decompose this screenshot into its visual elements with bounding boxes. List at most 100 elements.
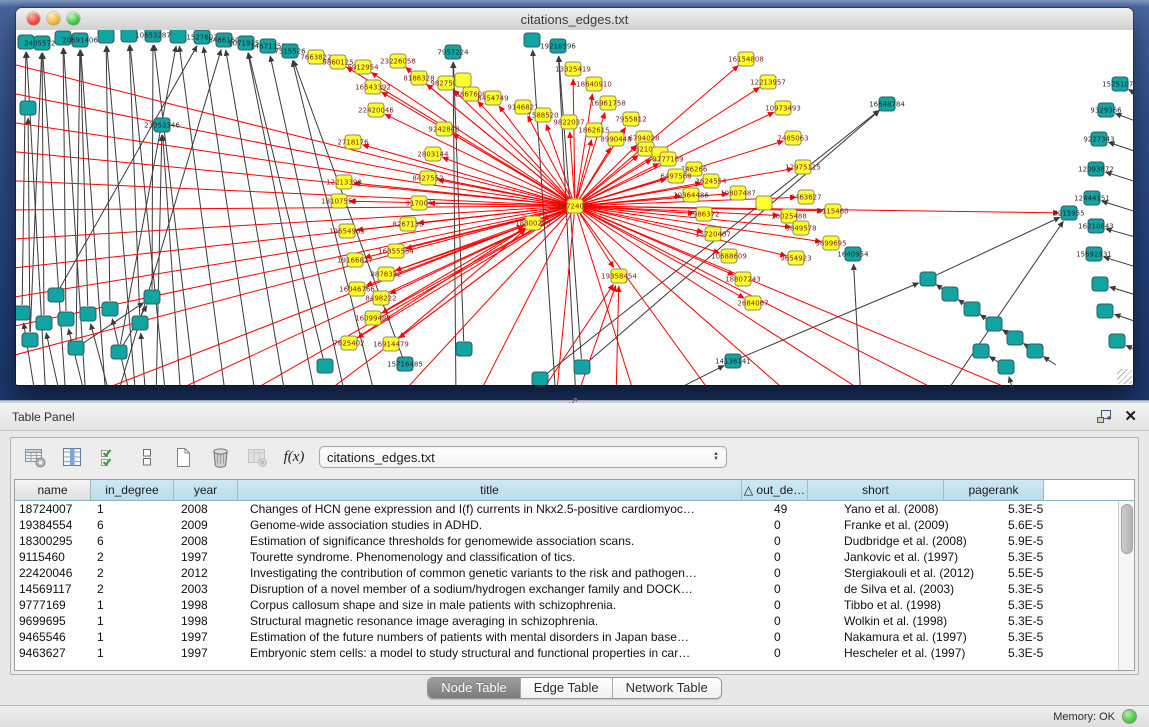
graph-node[interactable] [16,306,30,320]
column-checklist-icon[interactable] [97,445,121,469]
column-header-name[interactable]: name [15,480,91,500]
network-window-titlebar[interactable]: citations_edges.txt [16,8,1133,31]
graph-node[interactable]: 9329366 [1090,103,1122,117]
table-row[interactable]: 1830029562008Estimation of significance … [15,533,1119,549]
window-zoom-button[interactable] [67,12,80,25]
graph-node[interactable]: 7625402 [333,336,364,350]
graph-node[interactable]: 9242848 [428,122,459,136]
graph-node[interactable] [132,316,148,330]
scrollbar-thumb[interactable] [1121,504,1133,554]
graph-node[interactable]: 9654923 [780,251,811,265]
graph-node[interactable] [920,272,936,286]
graph-node[interactable] [170,30,186,43]
graph-node[interactable]: 16648784 [869,97,905,111]
graph-node[interactable] [1007,331,1023,345]
graph-node[interactable] [1092,277,1108,291]
float-panel-icon[interactable] [1096,409,1112,424]
graph-node[interactable]: 9699695 [815,236,846,250]
graph-node[interactable] [456,342,472,356]
network-canvas-svg[interactable]: 2405572420691406106532871527602846616010… [16,30,1133,385]
graph-node[interactable]: 19218596 [540,39,576,53]
tab-edge-table[interactable]: Edge Table [521,678,613,698]
graph-node[interactable]: 15720407 [695,227,731,241]
graph-node[interactable] [20,101,36,115]
graph-node[interactable]: 15716485 [387,357,423,371]
graph-node[interactable]: 22420046 [358,103,394,117]
graph-node[interactable] [111,345,127,359]
graph-node[interactable]: 16099489 [355,311,391,325]
row-height-icon[interactable] [134,445,158,469]
graph-node[interactable] [998,360,1014,374]
graph-node[interactable] [80,307,96,321]
graph-node[interactable]: 12975115 [785,160,821,174]
graph-node[interactable]: 19358454 [601,269,637,283]
table-row[interactable]: 2242004622012Investigating the contribut… [15,565,1119,581]
window-minimize-button[interactable] [47,12,60,25]
graph-node[interactable] [942,287,958,301]
graph-node[interactable]: 7957224 [437,45,469,59]
column-header-short[interactable]: short [808,480,944,500]
window-close-button[interactable] [27,12,40,25]
graph-node[interactable]: 16914479 [373,337,409,351]
tab-network-table[interactable]: Network Table [613,678,721,698]
graph-node[interactable]: 9463627 [790,190,821,204]
graph-node[interactable]: 23226058 [380,54,416,68]
graph-node[interactable] [1027,344,1043,358]
table-row[interactable]: 946362711997Embryonic stem cells: a mode… [15,645,1119,661]
graph-node[interactable]: 12213957 [750,75,786,89]
table-row[interactable]: 1872400712008Changes of HCN gene express… [15,501,1119,517]
graph-node[interactable]: 12213399 [326,175,362,189]
graph-node[interactable]: 16154808 [728,52,764,66]
table-row[interactable]: 1456911722003Disruption of a novel membe… [15,581,1119,597]
graph-node[interactable] [1097,304,1113,318]
graph-node[interactable]: 18640910 [576,77,612,91]
column-header-out-de-[interactable]: △ out_de… [742,480,808,500]
column-header-year[interactable]: year [174,480,238,500]
graph-node[interactable] [756,196,772,210]
graph-node[interactable]: 2803144 [417,147,449,161]
graph-node[interactable]: 10973493 [765,101,801,115]
table-row[interactable]: 946554611997Estimation of the future num… [15,629,1119,645]
graph-node[interactable]: 7485063 [777,131,808,145]
graph-node[interactable]: 10653287 [135,30,171,42]
graph-node[interactable]: 16355554 [378,244,414,258]
graph-node[interactable]: 9115460 [817,204,848,218]
graph-node[interactable]: 8878332 [370,267,401,281]
graph-node[interactable] [22,333,38,347]
graph-node[interactable]: 1640954 [837,247,869,261]
select-column-icon[interactable] [60,445,84,469]
graph-node[interactable]: 10807487 [720,186,756,200]
graph-node[interactable]: 19654965 [329,224,365,238]
table-row[interactable]: 977716911998Corpus callosum shape and si… [15,597,1119,613]
graph-node[interactable] [973,344,989,358]
network-canvas[interactable]: 2405572420691406106532871527602846616010… [16,30,1133,385]
graph-node[interactable] [102,302,118,316]
graph-node[interactable]: 15692931 [1076,247,1112,261]
graph-node[interactable] [524,33,540,47]
graph-node[interactable] [574,360,590,374]
graph-node[interactable] [455,73,471,87]
graph-node[interactable] [98,30,114,43]
graph-node[interactable]: 12444151 [1074,191,1110,205]
graph-node[interactable]: 8267130 [392,217,423,231]
tab-node-table[interactable]: Node Table [428,678,521,698]
graph-node[interactable] [1109,334,1125,348]
graph-node[interactable] [144,290,160,304]
graph-node[interactable]: 7955812 [615,112,646,126]
function-builder-icon[interactable]: f(x) [282,445,306,469]
graph-node[interactable]: 15751074 [1102,77,1133,91]
graph-node[interactable] [317,359,333,373]
column-header-in-degree[interactable]: in_degree [91,480,174,500]
graph-node[interactable] [48,288,64,302]
graph-node[interactable]: 20364486 [673,188,709,202]
table-row[interactable]: 969969511998Structural magnetic resonanc… [15,613,1119,629]
graph-node[interactable] [964,302,980,316]
network-window[interactable]: citations_edges.txt 24055724206914061065… [16,8,1133,385]
graph-node[interactable] [58,312,74,326]
graph-node[interactable] [532,372,548,385]
graph-node[interactable]: 12093872 [1078,162,1114,176]
table-settings-icon[interactable] [23,445,47,469]
graph-node[interactable]: 9227343 [1083,132,1114,146]
table-row[interactable]: 911546021997Tourette syndrome. Phenomeno… [15,549,1119,565]
graph-node[interactable] [68,341,84,355]
